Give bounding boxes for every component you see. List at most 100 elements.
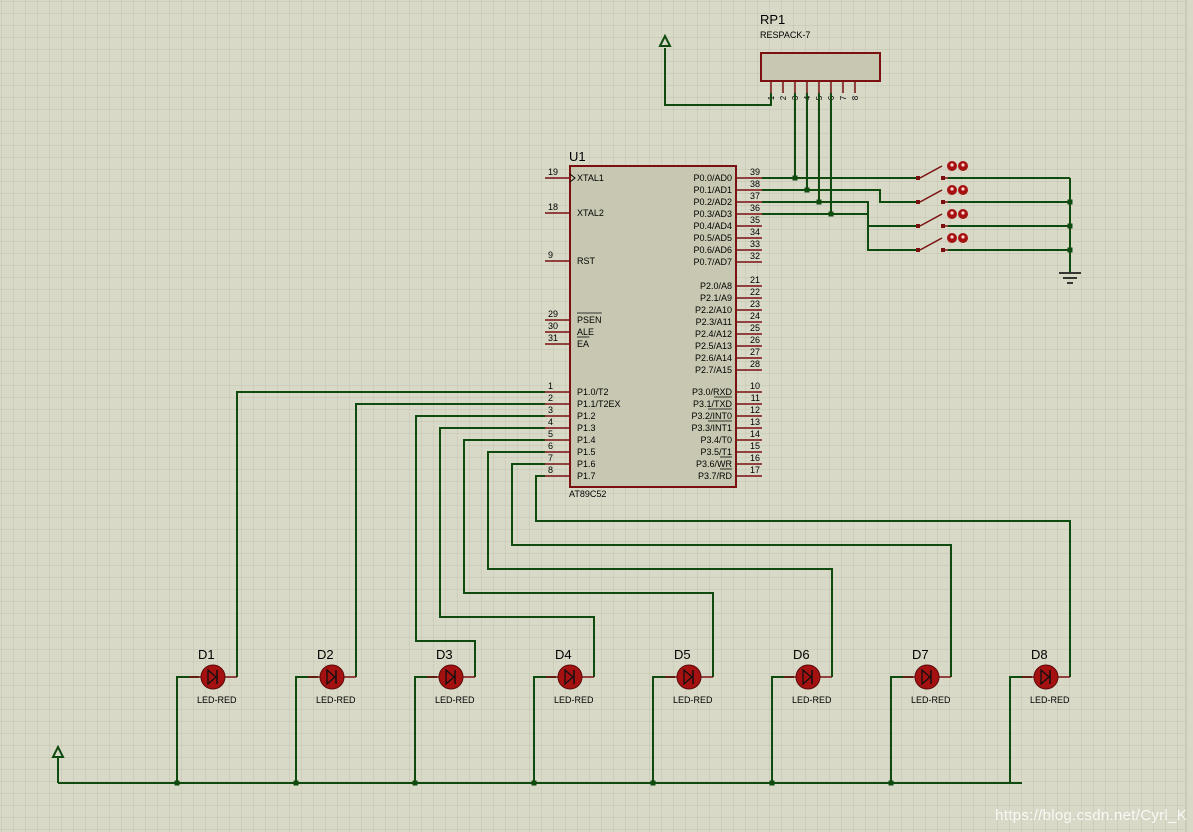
led-type: LED-RED <box>197 695 237 705</box>
u1-pin-name: P3.4/T0 <box>700 435 732 445</box>
u1-pin-number: 17 <box>750 465 760 475</box>
schematic-canvas[interactable]: RP1 RESPACK-7 12345678 U1 AT89C52 19XTAL… <box>0 0 1193 832</box>
switch-terminal <box>916 248 920 252</box>
switch-terminal <box>916 200 920 204</box>
u1-pin-name: P3.0/RXD <box>692 387 733 397</box>
u1-pin-name: P3.1/TXD <box>693 399 733 409</box>
u1-pin-name: EA <box>577 339 589 349</box>
u1-pin-number: 29 <box>548 309 558 319</box>
u1-pin-number: 23 <box>750 299 760 309</box>
u1-pin-number: 39 <box>750 167 760 177</box>
led-body <box>914 664 940 690</box>
switch-button-highlight <box>950 187 954 191</box>
u1-pin-number: 15 <box>750 441 760 451</box>
u1-pin-name: P2.1/A9 <box>700 293 732 303</box>
u1-pin-name: P1.0/T2 <box>577 387 609 397</box>
led-type: LED-RED <box>316 695 356 705</box>
switch-terminal <box>941 200 945 204</box>
u1-pin-name: XTAL2 <box>577 208 604 218</box>
u1-pin-number: 27 <box>750 347 760 357</box>
u1-pin-name: P1.6 <box>577 459 596 469</box>
led-body <box>200 664 226 690</box>
rp1-pin-number: 7 <box>839 95 848 100</box>
led-body <box>557 664 583 690</box>
u1-pin-name: P1.1/T2EX <box>577 399 621 409</box>
u1-pin-name: P0.5/AD5 <box>693 233 732 243</box>
u1-pin-number: 5 <box>548 429 553 439</box>
u1-pin-number: 10 <box>750 381 760 391</box>
u1-pin-name: P2.7/A15 <box>695 365 732 375</box>
u1-pin-number: 12 <box>750 405 760 415</box>
u1-pin-name: P0.0/AD0 <box>693 173 732 183</box>
u1-pin-name: P2.0/A8 <box>700 281 732 291</box>
u1-pin-number: 32 <box>750 251 760 261</box>
u1-pin-name: P3.3/INT1 <box>691 423 732 433</box>
u1-pin-number: 14 <box>750 429 760 439</box>
u1-pin-number: 33 <box>750 239 760 249</box>
u1-pin-name: P3.2/INT0 <box>691 411 732 421</box>
u1-pin-name: RST <box>577 256 596 266</box>
u1-pin-number: 37 <box>750 191 760 201</box>
switch-button-highlight <box>950 211 954 215</box>
led-type: LED-RED <box>792 695 832 705</box>
switch-button-highlight <box>961 211 965 215</box>
led-type: LED-RED <box>554 695 594 705</box>
u1-pin-name: P1.3 <box>577 423 596 433</box>
u1-pin-number: 2 <box>548 393 553 403</box>
led-ref: D1 <box>198 647 215 662</box>
u1-pin-number: 30 <box>548 321 558 331</box>
u1-pin-number: 13 <box>750 417 760 427</box>
led-ref: D4 <box>555 647 572 662</box>
u1-pin-name: P0.1/AD1 <box>693 185 732 195</box>
u1-microcontroller[interactable]: U1 AT89C52 19XTAL118XTAL29RST29PSEN30ALE… <box>545 149 762 499</box>
u1-pin-name: P0.6/AD6 <box>693 245 732 255</box>
switch-terminal <box>916 224 920 228</box>
u1-pin-name: P2.4/A12 <box>695 329 732 339</box>
led-ref: D7 <box>912 647 929 662</box>
u1-pin-name: XTAL1 <box>577 173 604 183</box>
u1-pin-number: 11 <box>751 393 760 403</box>
switch-terminal <box>941 224 945 228</box>
led-type: LED-RED <box>911 695 951 705</box>
u1-pin-number: 19 <box>548 167 558 177</box>
u1-pin-number: 3 <box>548 405 553 415</box>
u1-pin-name: P0.2/AD2 <box>693 197 732 207</box>
u1-pin-number: 4 <box>548 417 553 427</box>
u1-pin-number: 25 <box>750 323 760 333</box>
u1-ref: U1 <box>569 149 586 164</box>
rp1-pin-number: 8 <box>851 95 860 100</box>
u1-pin-number: 26 <box>750 335 760 345</box>
watermark: https://blog.csdn.net/Cyrl_K <box>995 807 1187 824</box>
u1-pin-name: P1.5 <box>577 447 596 457</box>
u1-pin-number: 34 <box>750 227 760 237</box>
u1-pin-number: 28 <box>750 359 760 369</box>
led-ref: D6 <box>793 647 810 662</box>
switch-button-highlight <box>961 235 965 239</box>
u1-pin-number: 9 <box>548 250 553 260</box>
u1-pin-number: 31 <box>548 333 558 343</box>
u1-pin-name: ALE <box>577 327 594 337</box>
u1-pin-name: P2.6/A14 <box>695 353 732 363</box>
rp1-pin-number: 2 <box>779 95 788 100</box>
u1-pin-name: P3.7/RD <box>698 471 733 481</box>
u1-pin-number: 38 <box>750 179 760 189</box>
u1-pin-name: P1.2 <box>577 411 596 421</box>
led-body <box>795 664 821 690</box>
led-body <box>676 664 702 690</box>
u1-pin-name: P0.3/AD3 <box>693 209 732 219</box>
led-body <box>319 664 345 690</box>
u1-pin-number: 24 <box>750 311 760 321</box>
u1-pin-number: 6 <box>548 441 553 451</box>
u1-pin-number: 35 <box>750 215 760 225</box>
rp1-ref: RP1 <box>760 12 785 27</box>
u1-pin-name: P0.4/AD4 <box>693 221 732 231</box>
switch-button-highlight <box>950 235 954 239</box>
switch-button-highlight <box>950 163 954 167</box>
u1-pin-name: P1.7 <box>577 471 596 481</box>
rp1-type: RESPACK-7 <box>760 30 810 40</box>
u1-pin-number: 36 <box>750 203 760 213</box>
u1-pin-name: P0.7/AD7 <box>693 257 732 267</box>
u1-pin-name: PSEN <box>577 315 602 325</box>
led-ref: D5 <box>674 647 691 662</box>
u1-pin-number: 8 <box>548 465 553 475</box>
